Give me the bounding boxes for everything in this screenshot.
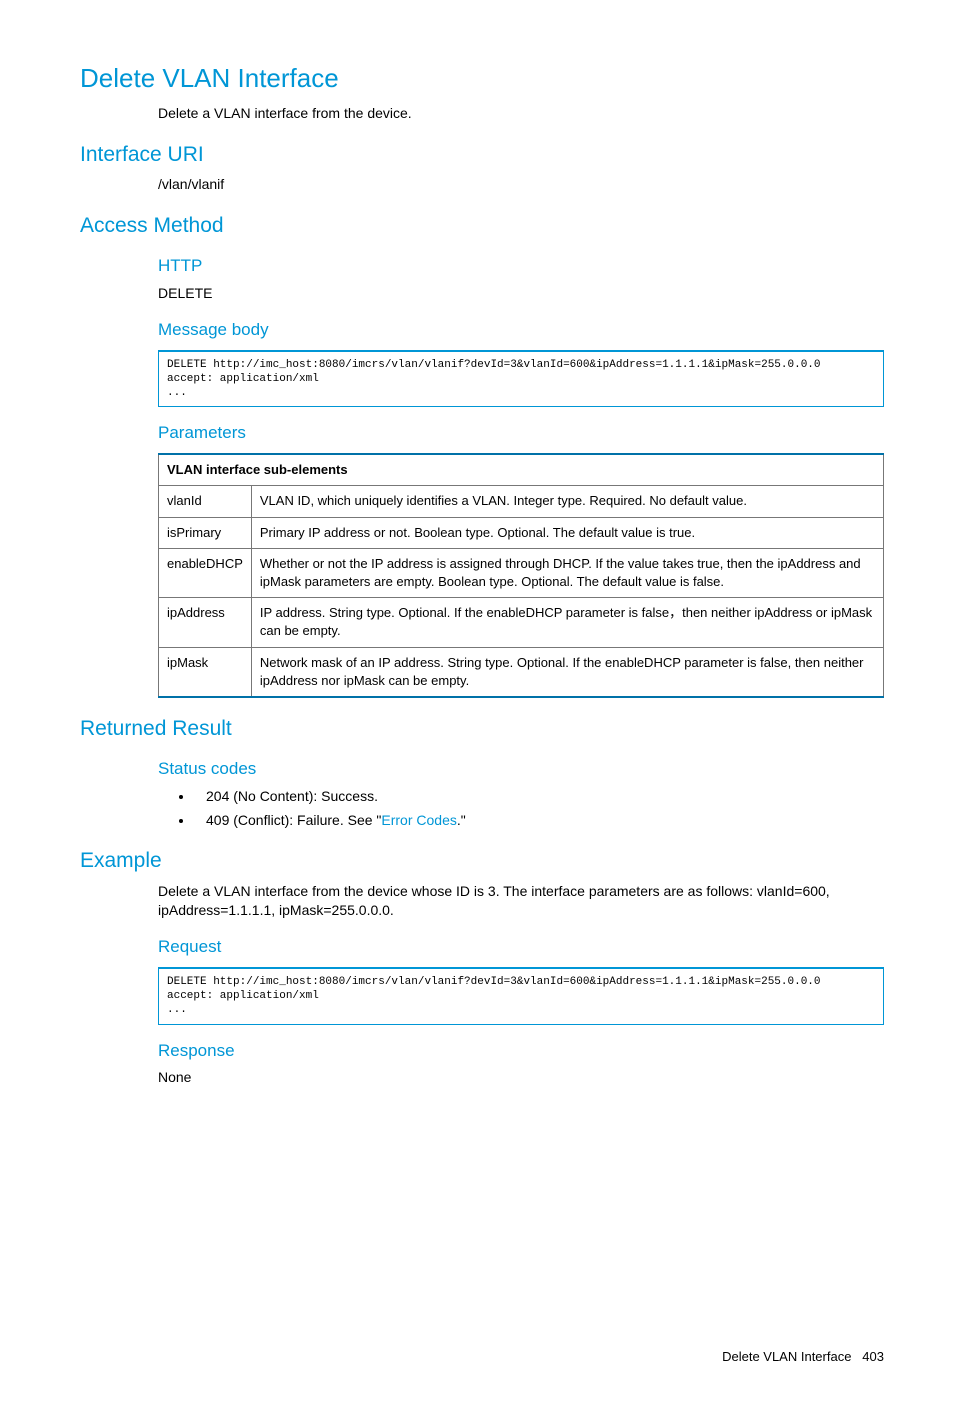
- footer-title: Delete VLAN Interface: [722, 1349, 851, 1364]
- param-name: ipAddress: [159, 598, 252, 647]
- param-desc: Whether or not the IP address is assigne…: [251, 548, 883, 597]
- parameters-heading: Parameters: [158, 421, 884, 445]
- status-codes-list: 204 (No Content): Success. 409 (Conflict…: [158, 787, 884, 830]
- param-name: vlanId: [159, 486, 252, 517]
- http-heading: HTTP: [158, 254, 884, 278]
- status-codes-heading: Status codes: [158, 757, 884, 781]
- example-intro: Delete a VLAN interface from the device …: [158, 882, 884, 921]
- request-heading: Request: [158, 935, 884, 959]
- status-409-pre: 409 (Conflict): Failure. See ": [206, 812, 381, 828]
- example-heading: Example: [80, 846, 884, 875]
- param-name: ipMask: [159, 647, 252, 697]
- param-desc: Network mask of an IP address. String ty…: [251, 647, 883, 697]
- param-desc: Primary IP address or not. Boolean type.…: [251, 517, 883, 548]
- status-409-post: .": [457, 812, 466, 828]
- access-method-heading: Access Method: [80, 211, 884, 240]
- message-body-heading: Message body: [158, 318, 884, 342]
- parameters-table: VLAN interface sub-elements vlanId VLAN …: [158, 453, 884, 698]
- response-heading: Response: [158, 1039, 884, 1063]
- table-header: VLAN interface sub-elements: [159, 454, 884, 486]
- error-codes-link[interactable]: Error Codes: [381, 812, 456, 828]
- http-method: DELETE: [158, 284, 884, 304]
- param-name: isPrimary: [159, 517, 252, 548]
- page-title: Delete VLAN Interface: [80, 60, 884, 96]
- status-code-409: 409 (Conflict): Failure. See "Error Code…: [194, 811, 884, 831]
- interface-uri-heading: Interface URI: [80, 140, 884, 169]
- param-name: enableDHCP: [159, 548, 252, 597]
- page-footer: Delete VLAN Interface 403: [80, 1348, 884, 1366]
- returned-result-heading: Returned Result: [80, 714, 884, 743]
- table-row: enableDHCP Whether or not the IP address…: [159, 548, 884, 597]
- table-row: isPrimary Primary IP address or not. Boo…: [159, 517, 884, 548]
- interface-uri-path: /vlan/vlanif: [158, 175, 884, 195]
- intro-text: Delete a VLAN interface from the device.: [158, 104, 884, 124]
- table-row: ipAddress IP address. String type. Optio…: [159, 598, 884, 647]
- table-row: ipMask Network mask of an IP address. St…: [159, 647, 884, 697]
- table-row: vlanId VLAN ID, which uniquely identifie…: [159, 486, 884, 517]
- status-code-204: 204 (No Content): Success.: [194, 787, 884, 807]
- param-desc: IP address. String type. Optional. If th…: [251, 598, 883, 647]
- request-code: DELETE http://imc_host:8080/imcrs/vlan/v…: [158, 967, 884, 1025]
- footer-page: 403: [862, 1349, 884, 1364]
- param-desc: VLAN ID, which uniquely identifies a VLA…: [251, 486, 883, 517]
- response-text: None: [158, 1068, 884, 1088]
- message-body-code: DELETE http://imc_host:8080/imcrs/vlan/v…: [158, 350, 884, 408]
